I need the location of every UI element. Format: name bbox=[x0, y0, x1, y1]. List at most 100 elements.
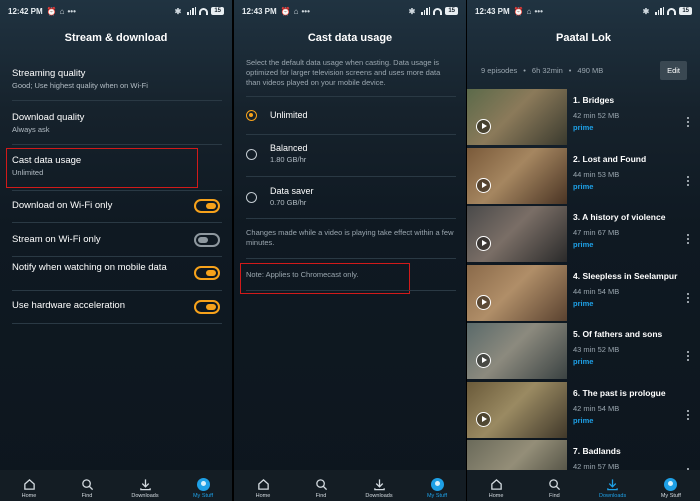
stream-download-screen: 12:42 PM ⏰ ⌂ ••• ✱ 15 Stream & download … bbox=[0, 0, 232, 501]
option-value: 1.80 GB/hr bbox=[270, 155, 307, 164]
more-options-icon[interactable] bbox=[687, 292, 690, 303]
play-icon[interactable] bbox=[476, 177, 491, 193]
divider bbox=[12, 323, 222, 324]
divider bbox=[246, 258, 456, 259]
episode-row[interactable]: 3. A history of violence 47 min 67 MB prim… bbox=[467, 206, 700, 262]
more-options-icon[interactable] bbox=[687, 234, 690, 244]
nav-home[interactable]: Home bbox=[234, 470, 292, 501]
nav-label: My Stuff bbox=[192, 493, 214, 499]
episode-thumbnail[interactable] bbox=[467, 264, 567, 321]
play-icon[interactable] bbox=[476, 236, 491, 251]
hardware-accel-toggle[interactable] bbox=[194, 300, 220, 314]
setting-download-quality[interactable]: Download quality Always ask bbox=[12, 112, 222, 135]
overflow-dots-icon: ••• bbox=[301, 6, 310, 16]
nav-find[interactable]: Find bbox=[292, 470, 350, 501]
toggle-label: Notify when watching on mobile data bbox=[12, 262, 167, 273]
radio-balanced[interactable] bbox=[246, 149, 257, 160]
episode-thumbnail[interactable] bbox=[467, 206, 567, 262]
episode-title: 7. Badlands bbox=[573, 446, 621, 456]
cast-data-usage-screen: 12:43 PM ⏰ ⌂ ••• ✱ 15 Cast data usage Se… bbox=[234, 0, 466, 501]
notification-icon: ⌂ bbox=[59, 6, 65, 16]
setting-value: Good; Use highest quality when on Wi-Fi bbox=[12, 81, 148, 90]
nav-label: Downloads bbox=[365, 493, 393, 499]
nav-find[interactable]: Find bbox=[58, 470, 116, 501]
play-icon[interactable] bbox=[476, 294, 491, 310]
nav-downloads[interactable]: Downloads bbox=[350, 470, 408, 501]
option-label: Balanced bbox=[270, 143, 308, 153]
episode-info: 47 min 67 MB bbox=[573, 228, 620, 237]
download-icon bbox=[607, 479, 618, 491]
nav-downloads[interactable]: Downloads bbox=[584, 470, 642, 501]
wifi-icon bbox=[433, 7, 443, 15]
more-options-icon[interactable] bbox=[687, 409, 690, 420]
page-title: Stream & download bbox=[64, 32, 168, 44]
episode-thumbnail[interactable] bbox=[467, 381, 567, 438]
battery-icon: 15 bbox=[679, 7, 692, 15]
episode-row[interactable]: 4. Sleepless in Seelampur 44 min 54 MB pri… bbox=[467, 264, 700, 321]
option-unlimited[interactable]: Unlimited bbox=[270, 110, 308, 121]
radio-data-saver[interactable] bbox=[246, 192, 257, 203]
divider bbox=[12, 100, 222, 101]
prime-badge: prime bbox=[573, 357, 594, 366]
signal-icon bbox=[655, 7, 665, 15]
toggle-label: Download on Wi-Fi only bbox=[12, 200, 113, 211]
episode-row[interactable]: 6. The past is prologue 42 min 54 MB prime bbox=[467, 381, 700, 438]
download-icon bbox=[373, 479, 385, 491]
radio-unlimited[interactable] bbox=[246, 110, 257, 121]
option-balanced[interactable]: Balanced 1.80 GB/hr bbox=[270, 143, 308, 165]
nav-label: Find bbox=[81, 493, 93, 499]
notify-mobile-toggle[interactable] bbox=[194, 266, 220, 280]
toggle-row-hardware-accel: Use hardware acceleration bbox=[12, 300, 188, 311]
stream-wifi-toggle[interactable] bbox=[194, 233, 220, 247]
page-title: Paatal Lok bbox=[555, 32, 612, 44]
setting-label: Streaming quality bbox=[12, 68, 86, 79]
prime-badge: prime bbox=[573, 123, 594, 132]
bluetooth-icon: ✱ bbox=[174, 6, 182, 16]
search-icon bbox=[315, 479, 327, 491]
nav-home[interactable]: Home bbox=[467, 470, 525, 501]
episode-row[interactable]: 1. Bridges 42 min 52 MB prime bbox=[467, 89, 700, 145]
more-options-icon[interactable] bbox=[687, 175, 690, 186]
play-icon[interactable] bbox=[476, 119, 491, 134]
nav-label: Downloads bbox=[599, 493, 627, 499]
nav-find[interactable]: Find bbox=[525, 470, 583, 501]
option-data-saver[interactable]: Data saver 0.70 GB/hr bbox=[270, 186, 314, 208]
status-time: 12:43 PM bbox=[242, 6, 277, 16]
nav-downloads[interactable]: Downloads bbox=[116, 470, 174, 501]
divider bbox=[246, 96, 456, 97]
avatar-icon bbox=[196, 478, 210, 491]
home-icon bbox=[490, 478, 502, 490]
more-options-icon[interactable] bbox=[687, 117, 690, 127]
nav-my-stuff[interactable]: My Stuff bbox=[174, 470, 232, 501]
home-icon bbox=[257, 478, 269, 490]
nav-home[interactable]: Home bbox=[0, 470, 58, 501]
play-icon[interactable] bbox=[476, 411, 491, 427]
download-wifi-toggle[interactable] bbox=[194, 199, 220, 213]
nav-label: Find bbox=[549, 493, 560, 499]
nav-my-stuff[interactable]: My Stuff bbox=[642, 470, 700, 501]
episode-row[interactable]: 2. Lost and Found 44 min 53 MB prime bbox=[467, 147, 700, 204]
edit-button[interactable]: Edit bbox=[660, 61, 687, 80]
alarm-icon: ⏰ bbox=[46, 6, 57, 16]
nav-my-stuff[interactable]: My Stuff bbox=[408, 470, 466, 501]
battery-icon: 15 bbox=[211, 7, 224, 15]
episode-thumbnail[interactable] bbox=[467, 147, 567, 204]
toggle-row-notify-mobile: Notify when watching on mobile data bbox=[12, 262, 188, 273]
play-icon[interactable] bbox=[476, 353, 491, 368]
setting-streaming-quality[interactable]: Streaming quality Good; Use highest qual… bbox=[12, 68, 222, 91]
nav-label: Home bbox=[255, 493, 271, 499]
meta-sep: • bbox=[523, 66, 526, 75]
download-icon bbox=[139, 479, 151, 491]
search-icon bbox=[549, 479, 560, 491]
episode-info: 42 min 54 MB bbox=[573, 403, 620, 413]
episode-thumbnail[interactable] bbox=[467, 323, 567, 379]
episode-row[interactable]: 5. Of fathers and sons 43 min 52 MB prime bbox=[467, 323, 700, 379]
nav-label: Home bbox=[21, 493, 37, 499]
episode-thumbnail[interactable] bbox=[467, 89, 567, 145]
more-options-icon[interactable] bbox=[687, 351, 690, 361]
bottom-nav: Home Find Downloads My Stuff bbox=[467, 470, 700, 501]
divider bbox=[12, 190, 222, 191]
status-time: 12:43 PM bbox=[475, 6, 510, 16]
episode-title: 5. Of fathers and sons bbox=[573, 329, 663, 339]
divider bbox=[246, 176, 456, 177]
